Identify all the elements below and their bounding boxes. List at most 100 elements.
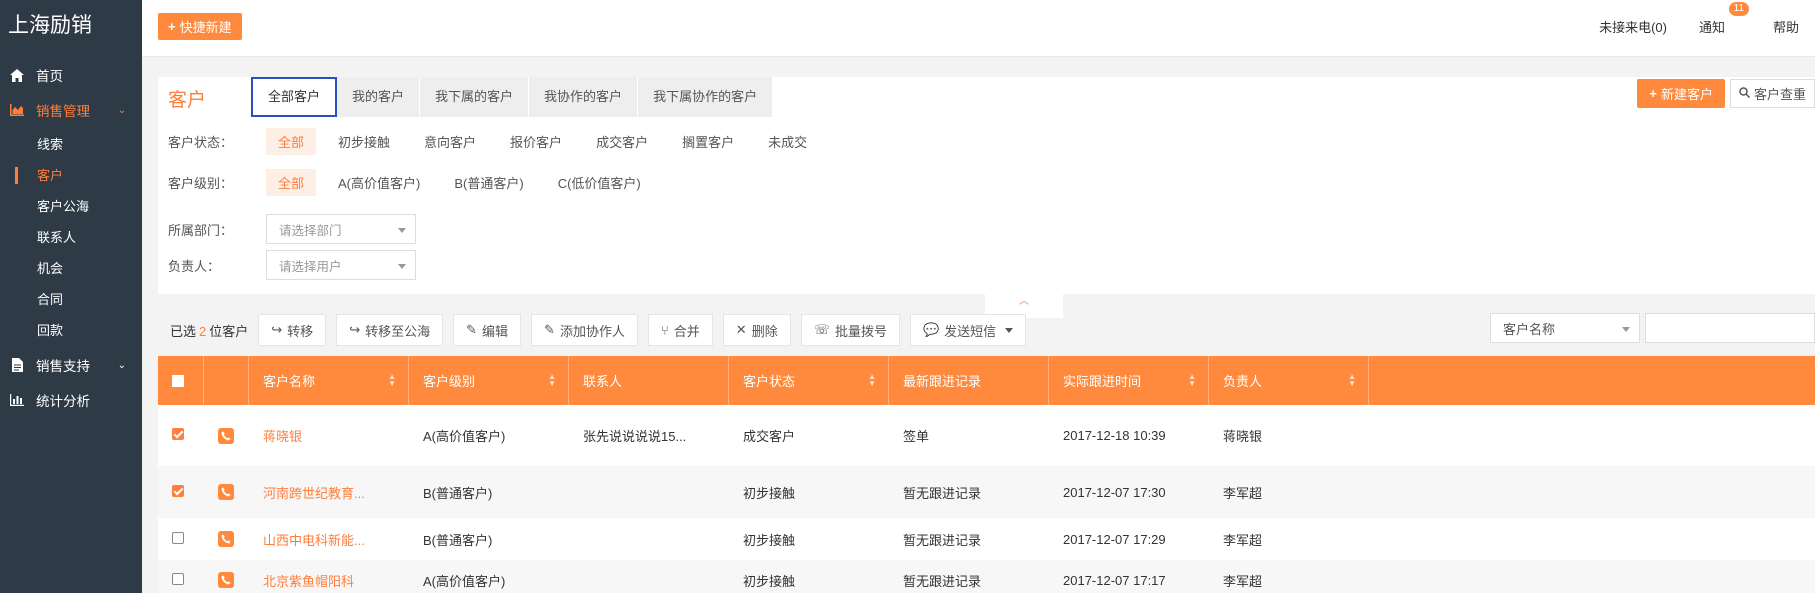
status-filter-row: 客户状态： 全部 初步接触 意向客户 报价客户 成交客户 搁置客户 未成交 — [168, 127, 829, 155]
sidebar-item-customer-pool[interactable]: 客户公海 — [0, 191, 142, 222]
row-checkbox-cell — [158, 531, 204, 547]
sidebar-item-leads[interactable]: 线索 — [0, 129, 142, 160]
share-icon: ↪ — [271, 322, 283, 337]
level-filter-row: 客户级别： 全部 A(高价值客户) B(普通客户) C(低价值客户) — [168, 168, 663, 196]
merge-button[interactable]: ⑂ 合并 — [647, 314, 713, 346]
nav-home[interactable]: 首页 — [0, 52, 142, 98]
row-checkbox-cell — [158, 484, 204, 500]
row-phone-cell — [204, 572, 249, 588]
cell-customer-name[interactable]: 河南跨世纪教育... — [249, 483, 409, 502]
select-all-checkbox[interactable] — [172, 374, 184, 387]
sidebar-item-contracts[interactable]: 合同 — [0, 284, 142, 315]
status-chip-quote[interactable]: 报价客户 — [498, 128, 574, 155]
send-sms-button[interactable]: 💬 发送短信 — [909, 314, 1027, 346]
level-chip-c[interactable]: C(低价值客户) — [546, 169, 653, 196]
search-field-select[interactable]: 客户名称 — [1490, 313, 1640, 343]
edit-icon: ✎ — [544, 322, 555, 337]
header-customer-status[interactable]: 客户状态 ▲ ▼ — [729, 356, 889, 405]
sort-icon: ▲ ▼ — [1348, 372, 1356, 388]
row-phone-cell — [204, 427, 249, 444]
tab-subordinate-customers[interactable]: 我下属的客户 — [420, 77, 530, 117]
batch-dial-button[interactable]: ☏ 批量拨号 — [800, 314, 900, 346]
sort-icon: ▲ ▼ — [548, 372, 556, 388]
search-input[interactable] — [1645, 313, 1815, 343]
status-chip-deal[interactable]: 成交客户 — [584, 128, 660, 155]
header-owner[interactable]: 负责人 ▲ ▼ — [1209, 356, 1369, 405]
nav-analytics[interactable]: 统计分析 — [0, 384, 142, 416]
row-checkbox[interactable] — [172, 572, 184, 585]
cell-latest-followup: 签单 — [903, 429, 930, 444]
duplicate-check-button[interactable]: 客户查重 — [1729, 79, 1815, 108]
cell-customer-name[interactable]: 北京紫鱼帽阳科 — [249, 571, 409, 590]
comment-icon: 💬 — [922, 322, 940, 337]
selection-suffix: 位客户 — [209, 323, 249, 339]
row-phone-cell — [204, 484, 249, 500]
cell-customer-status: 初步接触 — [743, 532, 796, 548]
header-followup-time[interactable]: 实际跟进时间 ▲ ▼ — [1049, 356, 1209, 405]
brand-logo-text: 上海励销 — [8, 14, 92, 37]
status-chip-all[interactable]: 全部 — [266, 127, 317, 155]
header-latest-followup-label: 最新跟进记录 — [903, 374, 982, 389]
row-checkbox[interactable] — [172, 531, 184, 544]
row-checkbox[interactable] — [172, 428, 184, 440]
level-chip-a[interactable]: A(高价值客户) — [326, 169, 432, 196]
status-chip-initial[interactable]: 初步接触 — [326, 128, 402, 155]
cell-customer-level: B(普通客户) — [423, 485, 493, 501]
sidebar-item-customers[interactable]: 客户 — [0, 160, 142, 191]
tab-my-customers[interactable]: 我的客户 — [337, 77, 421, 117]
status-chip-intent[interactable]: 意向客户 — [412, 128, 488, 155]
phone-icon[interactable] — [218, 427, 234, 444]
nav-home-label: 首页 — [36, 69, 63, 84]
table-row[interactable]: 北京紫鱼帽阳科 A(高价值客户) 初步接触 暂无跟进记录 2017-12-07 17:1… — [158, 560, 1815, 593]
select-all-header[interactable] — [158, 356, 204, 405]
notifications-link[interactable]: 通知 11 — [1683, 1, 1757, 36]
level-chip-all[interactable]: 全部 — [266, 168, 317, 196]
status-chip-shelved[interactable]: 搁置客户 — [670, 128, 746, 155]
nav-sales-support[interactable]: 销售支持 ⌄ — [0, 346, 142, 384]
quick-new-button[interactable]: + 快捷新建 — [158, 13, 242, 40]
missed-calls-link[interactable]: 未接来电(0) — [1583, 17, 1683, 36]
sort-icon: ▲ ▼ — [388, 372, 396, 388]
tab-all-customers[interactable]: 全部客户 — [251, 77, 338, 117]
header-customer-name[interactable]: 客户名称 ▲ ▼ — [249, 356, 409, 405]
sidebar-item-contacts[interactable]: 联系人 — [0, 222, 142, 253]
sidebar-item-opportunities[interactable]: 机会 — [0, 253, 142, 284]
phone-icon[interactable] — [218, 531, 234, 547]
home-icon — [8, 68, 26, 82]
delete-button[interactable]: ✕ 删除 — [722, 314, 791, 346]
transfer-button[interactable]: ↪ 转移 — [258, 314, 327, 346]
cell-customer-name[interactable]: 蒋晓银 — [249, 426, 409, 445]
delete-label: 删除 — [751, 323, 778, 339]
cell-followup-time: 2017-12-07 17:30 — [1063, 484, 1166, 500]
batch-dial-label: 批量拨号 — [834, 323, 887, 339]
department-filter-label: 所属部门： — [168, 222, 234, 238]
transfer-to-pool-button[interactable]: ↪ 转移至公海 — [336, 314, 444, 346]
new-customer-button[interactable]: + 新建客户 — [1637, 79, 1725, 108]
tab-collaborating-customers[interactable]: 我协作的客户 — [529, 77, 639, 117]
phone-icon[interactable] — [218, 572, 234, 588]
status-chip-no-deal[interactable]: 未成交 — [756, 128, 819, 155]
owner-select-placeholder: 请选择用户 — [279, 259, 342, 274]
bar-chart-icon — [8, 393, 26, 407]
cell-contact: 张先说说说说15... — [583, 429, 687, 444]
add-collaborator-button[interactable]: ✎ 添加协作人 — [531, 314, 638, 346]
edit-button[interactable]: ✎ 编辑 — [453, 314, 522, 346]
department-select[interactable]: 请选择部门 — [266, 214, 416, 244]
tab-subordinate-collab-customers[interactable]: 我下属协作的客户 — [638, 77, 774, 117]
notification-badge: 11 — [1728, 1, 1749, 16]
nav-sales-management[interactable]: 销售管理 ⌄ — [0, 98, 142, 122]
sidebar-item-payments[interactable]: 回款 — [0, 315, 142, 346]
table-row[interactable]: 山西中电科新能... B(普通客户) 初步接触 暂无跟进记录 2017-12-07 17… — [158, 518, 1815, 560]
chevron-down-icon: ⌄ — [117, 359, 126, 371]
level-chip-b[interactable]: B(普通客户) — [442, 169, 535, 196]
phone-icon[interactable] — [218, 484, 234, 500]
help-link[interactable]: 帮助 — [1757, 17, 1815, 36]
table-row[interactable]: 蒋晓银 A(高价值客户) 张先说说说说15... 成交客户 签单 2017-12-18 1… — [158, 405, 1815, 466]
header-customer-level[interactable]: 客户级别 ▲ ▼ — [409, 356, 569, 405]
cell-customer-name[interactable]: 山西中电科新能... — [249, 530, 409, 549]
sort-icon: ▲ ▼ — [1188, 372, 1196, 388]
table-row[interactable]: 河南跨世纪教育... B(普通客户) 初步接触 暂无跟进记录 2017-12-07 17… — [158, 466, 1815, 518]
row-checkbox[interactable] — [172, 484, 184, 497]
nav-sales-management-label: 销售管理 — [36, 104, 90, 119]
owner-select[interactable]: 请选择用户 — [266, 250, 416, 280]
